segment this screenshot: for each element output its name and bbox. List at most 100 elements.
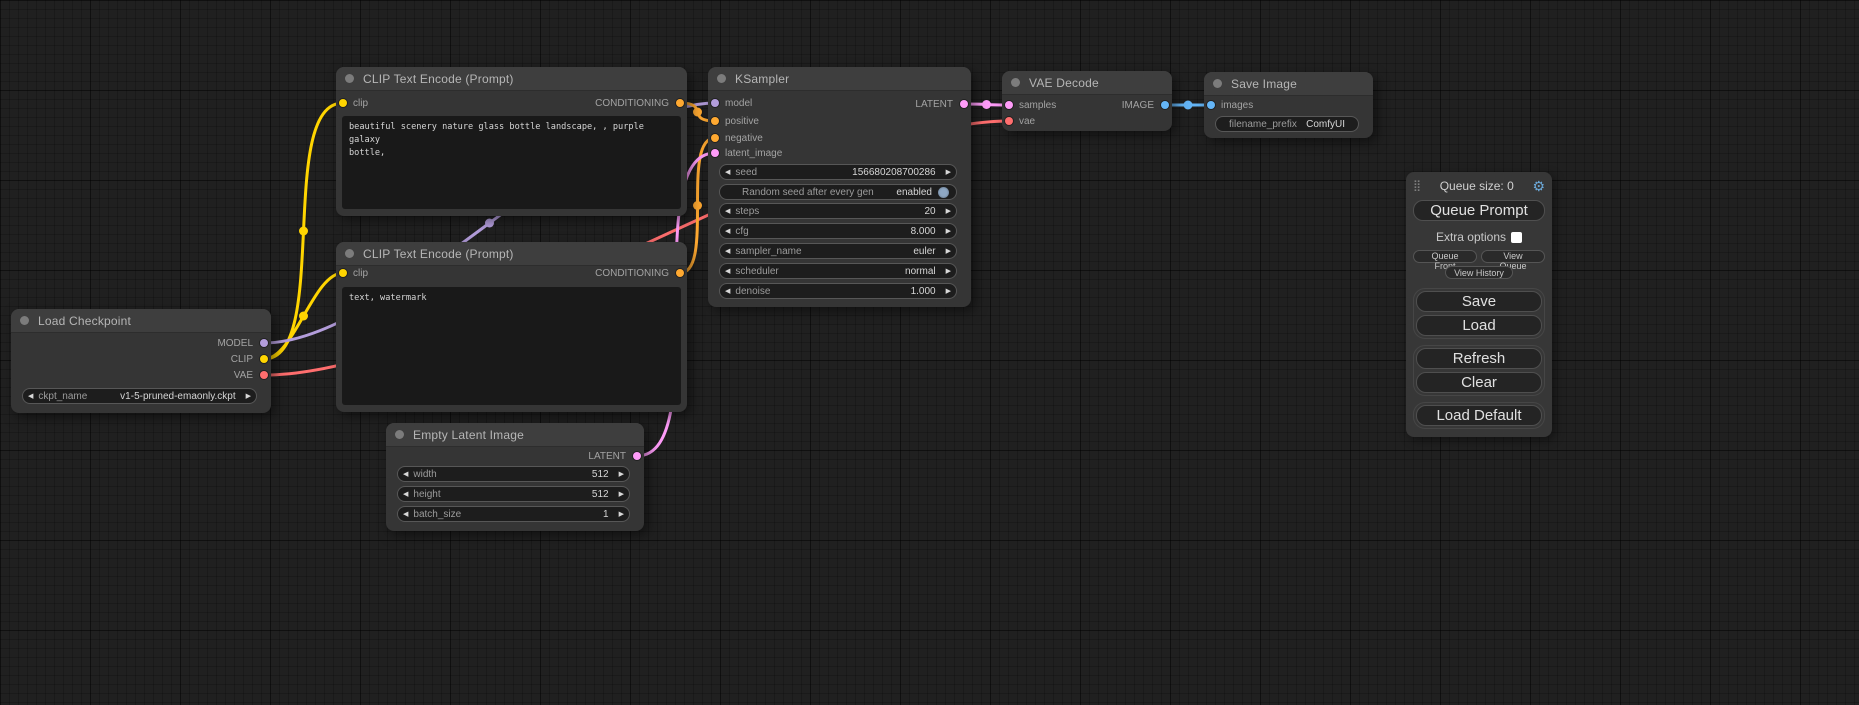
prompt-textarea[interactable]: text, watermark: [342, 287, 681, 405]
clear-button[interactable]: Clear: [1416, 372, 1542, 393]
decrement-arrow-icon[interactable]: ◀: [720, 267, 735, 275]
negative-input-slot[interactable]: [711, 134, 719, 142]
queue-prompt-button[interactable]: Queue Prompt: [1413, 200, 1545, 221]
collapse-dot-icon[interactable]: [1213, 79, 1222, 88]
ckpt-name-widget[interactable]: ◀ckpt_namev1-5-pruned-emaonly.ckpt▶: [22, 388, 257, 404]
latent-output-slot[interactable]: [633, 452, 641, 460]
positive-input-slot[interactable]: [711, 117, 719, 125]
vae-slot-row: VAE: [234, 368, 268, 382]
node-load-checkpoint[interactable]: Load CheckpointMODELCLIPVAE◀ckpt_namev1-…: [11, 309, 271, 413]
settings-gear-icon[interactable]: ⚙: [1532, 179, 1545, 193]
view-queue-button[interactable]: View Queue: [1481, 250, 1545, 263]
clip-slot-row: clip: [339, 266, 368, 280]
collapse-dot-icon[interactable]: [1011, 78, 1020, 87]
increment-arrow-icon[interactable]: ▶: [941, 168, 956, 176]
increment-arrow-icon[interactable]: ▶: [941, 227, 956, 235]
node-title-bar[interactable]: Save Image: [1204, 72, 1373, 96]
filename-prefix-widget[interactable]: filename_prefixComfyUI: [1215, 116, 1359, 132]
decrement-arrow-icon[interactable]: ◀: [720, 247, 735, 255]
images-input-slot[interactable]: [1207, 101, 1215, 109]
increment-arrow-icon[interactable]: ▶: [941, 247, 956, 255]
samples-input-slot[interactable]: [1005, 101, 1013, 109]
collapse-dot-icon[interactable]: [717, 74, 726, 83]
clip-input-slot[interactable]: [339, 99, 347, 107]
seed-widget[interactable]: ◀seed156680208700286▶: [719, 164, 957, 180]
node-title: CLIP Text Encode (Prompt): [363, 247, 514, 261]
collapse-dot-icon[interactable]: [20, 316, 29, 325]
decrement-arrow-icon[interactable]: ◀: [720, 207, 735, 215]
conditioning-output-slot[interactable]: [676, 269, 684, 277]
decrement-arrow-icon[interactable]: ◀: [720, 168, 735, 176]
increment-arrow-icon[interactable]: ▶: [614, 470, 629, 478]
queue-front-button[interactable]: Queue Front: [1413, 250, 1477, 263]
node-clip-text-encode-negative[interactable]: CLIP Text Encode (Prompt)clipCONDITIONIN…: [336, 242, 687, 412]
increment-arrow-icon[interactable]: ▶: [941, 207, 956, 215]
cfg-widget[interactable]: ◀cfg8.000▶: [719, 223, 957, 239]
node-title-bar[interactable]: CLIP Text Encode (Prompt): [336, 242, 687, 266]
increment-arrow-icon[interactable]: ▶: [941, 287, 956, 295]
prompt-textarea[interactable]: beautiful scenery nature glass bottle la…: [342, 116, 681, 209]
collapse-dot-icon[interactable]: [345, 74, 354, 83]
node-title: Load Checkpoint: [38, 314, 131, 328]
scheduler-widget[interactable]: ◀schedulernormal▶: [719, 263, 957, 279]
clip-input-slot[interactable]: [339, 269, 347, 277]
model-input-slot[interactable]: [711, 99, 719, 107]
sampler-name-widget[interactable]: ◀sampler_nameeuler▶: [719, 243, 957, 259]
random-seed-after-every-gen-widget[interactable]: Random seed after every genenabled: [719, 184, 957, 200]
node-title-bar[interactable]: VAE Decode: [1002, 71, 1172, 95]
model-output-slot[interactable]: [260, 339, 268, 347]
collapse-dot-icon[interactable]: [345, 249, 354, 258]
save-button[interactable]: Save: [1416, 291, 1542, 312]
refresh-button[interactable]: Refresh: [1416, 348, 1542, 369]
image-output-slot[interactable]: [1161, 101, 1169, 109]
height-widget[interactable]: ◀height512▶: [397, 486, 630, 502]
widget-value: 1: [603, 509, 609, 520]
node-title-bar[interactable]: Empty Latent Image: [386, 423, 644, 447]
increment-arrow-icon[interactable]: ▶: [941, 267, 956, 275]
widget-label: scheduler: [735, 266, 778, 277]
node-save-image[interactable]: Save Imageimagesfilename_prefixComfyUI: [1204, 72, 1373, 138]
decrement-arrow-icon[interactable]: ◀: [720, 287, 735, 295]
node-title: VAE Decode: [1029, 76, 1099, 90]
node-title: Save Image: [1231, 77, 1297, 91]
batch-size-widget[interactable]: ◀batch_size1▶: [397, 506, 630, 522]
view-history-button[interactable]: View History: [1445, 266, 1513, 279]
drag-handle-icon[interactable]: ⣿: [1413, 181, 1421, 192]
latent-image-input-slot[interactable]: [711, 149, 719, 157]
toggle-knob-icon[interactable]: [938, 187, 949, 198]
increment-arrow-icon[interactable]: ▶: [614, 490, 629, 498]
increment-arrow-icon[interactable]: ▶: [241, 392, 256, 400]
node-title-bar[interactable]: KSampler: [708, 67, 971, 91]
denoise-widget[interactable]: ◀denoise1.000▶: [719, 283, 957, 299]
latent-output-slot[interactable]: [960, 100, 968, 108]
node-ksampler[interactable]: KSamplermodelpositivenegativelatent_imag…: [708, 67, 971, 307]
decrement-arrow-icon[interactable]: ◀: [720, 227, 735, 235]
node-title-bar[interactable]: CLIP Text Encode (Prompt): [336, 67, 687, 91]
collapse-dot-icon[interactable]: [395, 430, 404, 439]
node-graph-canvas[interactable]: ⣿ Queue size: 0 ⚙ Queue Prompt Extra opt…: [0, 0, 1859, 705]
node-title-bar[interactable]: Load Checkpoint: [11, 309, 271, 333]
load-button[interactable]: Load: [1416, 315, 1542, 336]
node-clip-text-encode-positive[interactable]: CLIP Text Encode (Prompt)clipCONDITIONIN…: [336, 67, 687, 216]
node-empty-latent-image[interactable]: Empty Latent ImageLATENT◀width512▶◀heigh…: [386, 423, 644, 531]
decrement-arrow-icon[interactable]: ◀: [398, 510, 413, 518]
decrement-arrow-icon[interactable]: ◀: [398, 470, 413, 478]
width-widget[interactable]: ◀width512▶: [397, 466, 630, 482]
link-midpoint-dot: [1184, 101, 1193, 110]
vae-output-slot[interactable]: [260, 371, 268, 379]
vae-slot-row: vae: [1005, 114, 1035, 128]
link-midpoint-dot: [299, 312, 308, 321]
node-vae-decode[interactable]: VAE DecodesamplesvaeIMAGE: [1002, 71, 1172, 131]
extra-options-row: Extra options: [1413, 230, 1545, 244]
load-default-button[interactable]: Load Default: [1416, 405, 1542, 426]
clip-output-slot[interactable]: [260, 355, 268, 363]
conditioning-output-slot[interactable]: [676, 99, 684, 107]
steps-widget[interactable]: ◀steps20▶: [719, 203, 957, 219]
decrement-arrow-icon[interactable]: ◀: [398, 490, 413, 498]
decrement-arrow-icon[interactable]: ◀: [23, 392, 38, 400]
slot-label: MODEL: [217, 338, 253, 349]
increment-arrow-icon[interactable]: ▶: [614, 510, 629, 518]
slot-label: negative: [725, 133, 763, 144]
vae-input-slot[interactable]: [1005, 117, 1013, 125]
extra-options-checkbox[interactable]: [1511, 232, 1522, 243]
